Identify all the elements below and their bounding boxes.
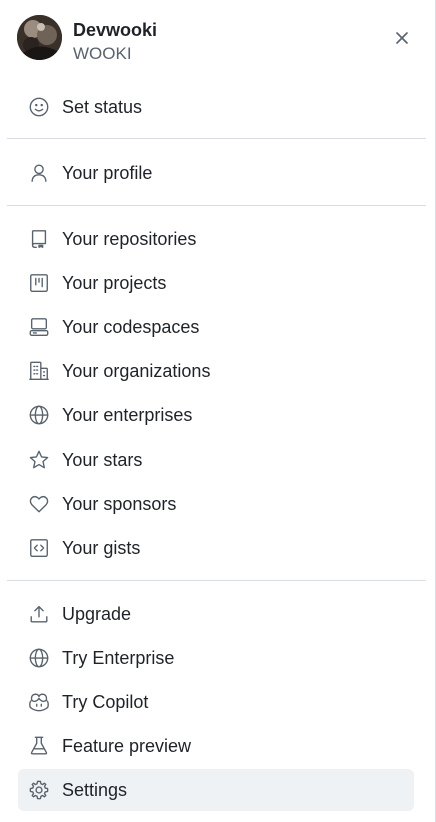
organization-icon — [18, 360, 62, 382]
x-icon — [396, 32, 408, 44]
menu-item-label: Feature preview — [62, 735, 192, 756]
person-icon — [18, 162, 62, 184]
code-square-icon — [18, 537, 62, 559]
user-login: WOOKI — [73, 44, 132, 63]
menu-item-label: Your profile — [62, 162, 153, 183]
menu-item-your-profile[interactable]: Your profile — [18, 152, 414, 194]
menu-item-your-projects[interactable]: Your projects — [18, 262, 414, 304]
repo-icon — [18, 228, 62, 250]
menu-item-label: Try Copilot — [62, 691, 149, 712]
menu-item-label: Your gists — [62, 537, 141, 558]
divider — [7, 138, 426, 139]
menu-item-label: Set status — [62, 96, 143, 117]
menu-item-label: Your sponsors — [62, 493, 177, 514]
menu-item-your-organizations[interactable]: Your organizations — [18, 350, 414, 392]
beaker-icon — [18, 735, 62, 757]
divider — [7, 580, 426, 581]
menu-item-your-gists[interactable]: Your gists — [18, 527, 414, 569]
table-icon — [18, 272, 62, 294]
menu-item-label: Your projects — [62, 272, 167, 293]
user-header: Devwooki WOOKI — [17, 14, 418, 63]
globe-icon — [18, 647, 62, 669]
menu-item-label: Your enterprises — [62, 404, 193, 425]
menu-item-settings[interactable]: Settings — [18, 769, 414, 811]
menu-item-set-status[interactable]: Set status — [18, 86, 414, 128]
menu-item-label: Your stars — [62, 449, 143, 470]
divider — [7, 205, 426, 206]
menu-item-label: Try Enterprise — [62, 647, 175, 668]
copilot-icon — [18, 691, 62, 713]
menu-item-label: Your codespaces — [62, 316, 200, 337]
user-menu-panel: Devwooki WOOKI Set status Your profile Y… — [0, 0, 436, 822]
menu-item-upgrade[interactable]: Upgrade — [18, 593, 414, 635]
menu-item-try-copilot[interactable]: Try Copilot — [18, 681, 414, 723]
globe-icon — [18, 404, 62, 426]
close-button[interactable] — [386, 22, 418, 54]
menu-item-label: Your organizations — [62, 360, 211, 381]
heart-icon — [18, 493, 62, 515]
gear-icon — [18, 779, 62, 801]
smiley-icon — [18, 96, 62, 118]
menu-item-your-sponsors[interactable]: Your sponsors — [18, 483, 414, 525]
menu-item-your-enterprises[interactable]: Your enterprises — [18, 394, 414, 436]
menu-item-label: Upgrade — [62, 603, 132, 624]
menu-item-try-enterprise[interactable]: Try Enterprise — [18, 637, 414, 679]
menu-item-label: Your repositories — [62, 228, 197, 249]
star-icon — [18, 449, 62, 471]
avatar[interactable] — [17, 15, 62, 60]
menu-item-your-codespaces[interactable]: Your codespaces — [18, 306, 414, 348]
menu-item-feature-preview[interactable]: Feature preview — [18, 725, 414, 767]
upload-icon — [18, 603, 62, 625]
codespaces-icon — [18, 316, 62, 338]
menu-item-your-repositories[interactable]: Your repositories — [18, 218, 414, 260]
menu-item-your-stars[interactable]: Your stars — [18, 439, 414, 481]
menu-item-label: Settings — [62, 779, 128, 800]
user-display-name: Devwooki — [73, 20, 158, 40]
